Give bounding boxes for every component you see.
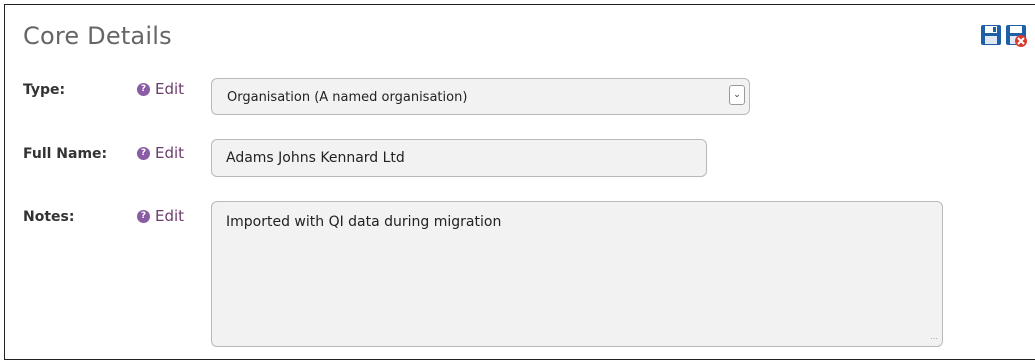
full-name-value: Adams Johns Kennard Ltd — [226, 150, 405, 166]
type-edit-link[interactable]: Edit — [155, 80, 184, 98]
save-button[interactable] — [980, 23, 1002, 47]
type-label: Type: — [23, 82, 66, 98]
type-selected-value: Organisation (A named organisation) — [227, 90, 468, 105]
notes-textarea[interactable]: Imported with QI data during migration ⋯ — [211, 201, 943, 347]
chevron-down-icon[interactable]: ⌄ — [729, 85, 745, 105]
notes-help-icon[interactable]: ? — [137, 210, 150, 223]
full-name-field[interactable]: Adams Johns Kennard Ltd — [211, 139, 707, 177]
full-name-label: Full Name: — [23, 146, 108, 162]
save-icon — [981, 25, 1001, 45]
panel-toolbar — [980, 23, 1027, 47]
cancel-save-button[interactable] — [1005, 23, 1027, 47]
full-name-help-icon[interactable]: ? — [137, 147, 150, 160]
notes-value: Imported with QI data during migration — [226, 214, 502, 230]
full-name-edit-link[interactable]: Edit — [155, 144, 184, 162]
cancel-save-icon — [1006, 25, 1027, 47]
type-select[interactable]: Organisation (A named organisation) ⌄ — [211, 78, 750, 115]
notes-label: Notes: — [23, 209, 75, 225]
core-details-panel: Core Details Type: ? Edit Organisation (… — [4, 4, 1035, 360]
type-help-icon[interactable]: ? — [137, 83, 150, 96]
panel-title: Core Details — [23, 22, 172, 50]
resize-grip-icon[interactable]: ⋯ — [930, 334, 938, 343]
notes-edit-link[interactable]: Edit — [155, 207, 184, 225]
